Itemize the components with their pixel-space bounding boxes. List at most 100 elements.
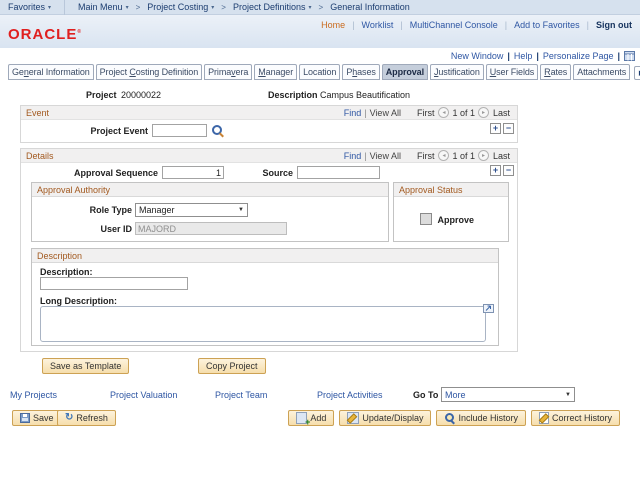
- event-row-actions: + −: [490, 123, 514, 134]
- chevron-down-icon: ▾: [48, 4, 51, 11]
- breadcrumb-separator-icon: >: [319, 3, 324, 12]
- chevron-down-icon: ▾: [309, 4, 312, 11]
- breadcrumb: Favorites ▾ Main Menu ▾ > Project Costin…: [0, 0, 640, 15]
- next-arrow-icon[interactable]: ▸: [478, 107, 489, 118]
- refresh-button[interactable]: ↻ Refresh: [57, 410, 116, 426]
- project-team-link[interactable]: Project Team: [215, 390, 267, 400]
- source-input[interactable]: [297, 166, 380, 179]
- copy-project-label: Copy Project: [206, 361, 258, 371]
- tab-general-information[interactable]: General Information: [8, 64, 94, 80]
- approval-authority-title: Approval Authority: [37, 185, 110, 195]
- tab-primavera[interactable]: Primavera: [204, 64, 252, 80]
- user-id-input: [135, 222, 287, 235]
- divider: |: [505, 20, 507, 30]
- tab-attachments[interactable]: Attachments: [573, 64, 630, 80]
- breadcrumb-main-menu[interactable]: Main Menu ▾: [78, 2, 129, 12]
- include-history-button[interactable]: Include History: [436, 410, 526, 426]
- include-history-icon: [444, 413, 455, 424]
- project-activities-link[interactable]: Project Activities: [317, 390, 383, 400]
- include-history-label: Include History: [458, 413, 518, 423]
- approval-sequence-input[interactable]: [162, 166, 224, 179]
- divider: |: [364, 151, 366, 161]
- page-utility-bar: New Window | Help | Personalize Page |: [451, 51, 635, 61]
- event-section-header: Event Find | View All First ◂ 1 of 1 ▸ L…: [21, 106, 517, 120]
- user-id-label: User ID: [42, 224, 132, 234]
- divider: |: [364, 108, 366, 118]
- long-description-label: Long Description:: [40, 296, 117, 306]
- breadcrumb-separator-icon: >: [221, 3, 226, 12]
- chevron-down-icon: ▾: [211, 4, 214, 11]
- tab-user-fields[interactable]: User Fields: [486, 64, 538, 80]
- peoplesoft-window: Favorites ▾ Main Menu ▾ > Project Costin…: [0, 0, 640, 480]
- tab-manager[interactable]: Manager: [254, 64, 297, 80]
- delete-row-icon[interactable]: −: [503, 165, 514, 176]
- project-event-input[interactable]: [152, 124, 207, 137]
- details-find-link[interactable]: Find: [344, 151, 362, 161]
- prev-arrow-icon[interactable]: ◂: [438, 150, 449, 161]
- event-find-link[interactable]: Find: [344, 108, 362, 118]
- tab-phases[interactable]: Phases: [342, 64, 379, 80]
- breadcrumb-crumb-label: Project Costing: [147, 2, 208, 12]
- goto-value: More: [445, 390, 466, 400]
- goto-select[interactable]: More ▼: [441, 387, 575, 402]
- new-window-link[interactable]: New Window: [451, 51, 504, 61]
- personalize-grid-icon[interactable]: [624, 51, 635, 61]
- add-to-favorites-link[interactable]: Add to Favorites: [514, 20, 580, 30]
- tab-rates[interactable]: Rates: [540, 64, 571, 80]
- add-button[interactable]: Add: [288, 410, 334, 426]
- approve-checkbox[interactable]: [420, 213, 432, 225]
- project-valuation-link[interactable]: Project Valuation: [110, 390, 177, 400]
- breadcrumb-favorites[interactable]: Favorites ▾: [8, 2, 51, 12]
- copy-project-button[interactable]: Copy Project: [198, 358, 266, 374]
- search-icon[interactable]: [212, 125, 223, 136]
- details-row-counter: 1 of 1: [452, 151, 475, 161]
- details-first-label: First: [417, 151, 435, 161]
- update-display-label: Update/Display: [362, 413, 423, 423]
- next-arrow-icon[interactable]: ▸: [478, 150, 489, 161]
- tab-location[interactable]: Location: [299, 64, 340, 80]
- role-type-select[interactable]: Manager ▼: [135, 203, 248, 217]
- details-last-label: Last: [493, 151, 510, 161]
- divider: [64, 0, 65, 15]
- description-groupbox-header: Description: [32, 249, 498, 263]
- add-row-icon[interactable]: +: [490, 165, 501, 176]
- multichannel-console-link[interactable]: MultiChannel Console: [410, 20, 498, 30]
- expand-icon[interactable]: [483, 304, 494, 313]
- description-groupbox-title: Description: [37, 251, 82, 261]
- my-projects-link[interactable]: My Projects: [10, 390, 57, 400]
- correct-history-icon: [539, 412, 549, 424]
- description-field-label: Description:: [40, 267, 93, 277]
- personalize-page-link[interactable]: Personalize Page: [543, 51, 614, 61]
- event-view-all-link[interactable]: View All: [370, 108, 401, 118]
- tab-justification[interactable]: Justification: [430, 64, 484, 80]
- worklist-link[interactable]: Worklist: [362, 20, 394, 30]
- home-link[interactable]: Home: [321, 20, 345, 30]
- tab-approval[interactable]: Approval: [382, 64, 428, 80]
- event-row-counter: 1 of 1: [452, 108, 475, 118]
- event-last-label: Last: [493, 108, 510, 118]
- details-view-all-link[interactable]: View All: [370, 151, 401, 161]
- delete-row-icon[interactable]: −: [503, 123, 514, 134]
- role-type-label: Role Type: [42, 205, 132, 215]
- sign-out-link[interactable]: Sign out: [596, 20, 632, 30]
- divider: |: [617, 51, 620, 61]
- breadcrumb-general-information[interactable]: General Information: [330, 2, 410, 12]
- add-row-icon[interactable]: +: [490, 123, 501, 134]
- tab-scroll-right-icon[interactable]: ▶: [634, 66, 640, 80]
- description-input[interactable]: [40, 277, 188, 290]
- breadcrumb-project-definitions[interactable]: Project Definitions ▾: [233, 2, 312, 12]
- breadcrumb-project-costing[interactable]: Project Costing ▾: [147, 2, 214, 12]
- approval-sequence-label: Approval Sequence: [61, 168, 158, 178]
- long-description-textarea[interactable]: [40, 306, 486, 342]
- save-icon: [20, 413, 30, 423]
- save-as-template-button[interactable]: Save as Template: [42, 358, 129, 374]
- tab-project-costing-definition[interactable]: Project Costing Definition: [96, 64, 202, 80]
- approve-field: Approve: [420, 213, 474, 225]
- save-button[interactable]: Save: [12, 410, 62, 426]
- correct-history-button[interactable]: Correct History: [531, 410, 620, 426]
- chevron-down-icon: ▼: [238, 207, 244, 213]
- breadcrumb-crumb-label: General Information: [330, 2, 410, 12]
- help-link[interactable]: Help: [514, 51, 533, 61]
- prev-arrow-icon[interactable]: ◂: [438, 107, 449, 118]
- update-display-button[interactable]: Update/Display: [339, 410, 431, 426]
